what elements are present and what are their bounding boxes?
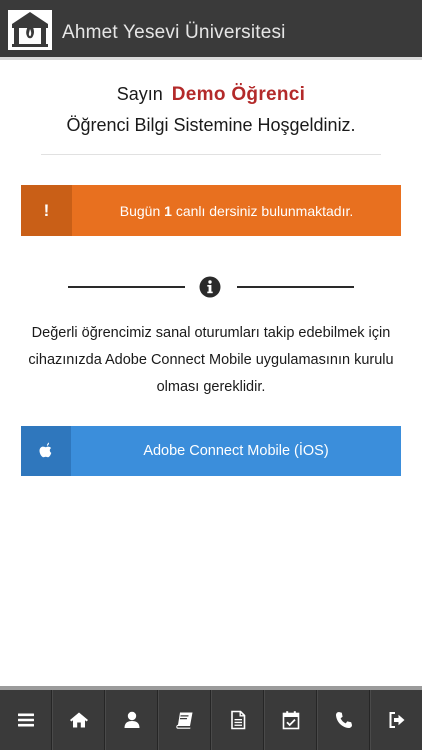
user-icon [124,711,139,728]
adobe-connect-ios-label: Adobe Connect Mobile (İOS) [143,443,329,459]
info-message: Değerli öğrencimiz sanal oturumları taki… [28,325,394,395]
calendar-check-icon [282,711,299,730]
student-name: Demo Öğrenci [171,84,306,105]
app-header: Ahmet Yesevi Üniversitesi [0,0,422,60]
nav-contact[interactable] [317,690,370,750]
menu-icon [17,713,34,727]
welcome-line: Sayın Demo Öğrenci [0,84,422,106]
apple-icon [39,442,52,458]
app-title: Ahmet Yesevi Üniversitesi [62,22,286,43]
document-icon [230,710,245,730]
alert-count: 1 [164,202,172,219]
divider-line-left [68,286,185,288]
sign-out-icon [389,712,404,728]
university-logo-icon [8,10,52,50]
nav-home[interactable] [52,690,105,750]
nav-calendar[interactable] [264,690,317,750]
nav-documents[interactable] [211,690,264,750]
alert-text-after: canlı dersiniz bulunmaktadır. [175,202,354,219]
bottom-nav [0,686,422,750]
nav-logout[interactable] [370,690,422,750]
home-icon [69,712,88,728]
phone-icon [335,712,352,728]
info-divider [0,272,422,302]
welcome-message: Öğrenci Bilgi Sistemine Hoşgeldiniz. [66,115,356,135]
divider-line-right [237,286,354,288]
exclamation-icon: ! [21,185,72,236]
live-class-alert[interactable]: ! Bugün 1 canlı dersiniz bulunmaktadır. [21,185,401,236]
divider [41,154,381,155]
alert-text-before: Bugün [119,202,161,219]
adobe-connect-ios-button[interactable]: Adobe Connect Mobile (İOS) [21,426,401,476]
book-icon [175,712,192,729]
info-circle-icon [199,276,221,298]
nav-menu[interactable] [0,690,52,750]
alert-text: Bugün 1 canlı dersiniz bulunmaktadır. [72,203,401,219]
nav-profile[interactable] [105,690,158,750]
nav-courses[interactable] [158,690,211,750]
apple-icon-box [21,426,71,476]
salutation: Sayın [116,84,163,104]
